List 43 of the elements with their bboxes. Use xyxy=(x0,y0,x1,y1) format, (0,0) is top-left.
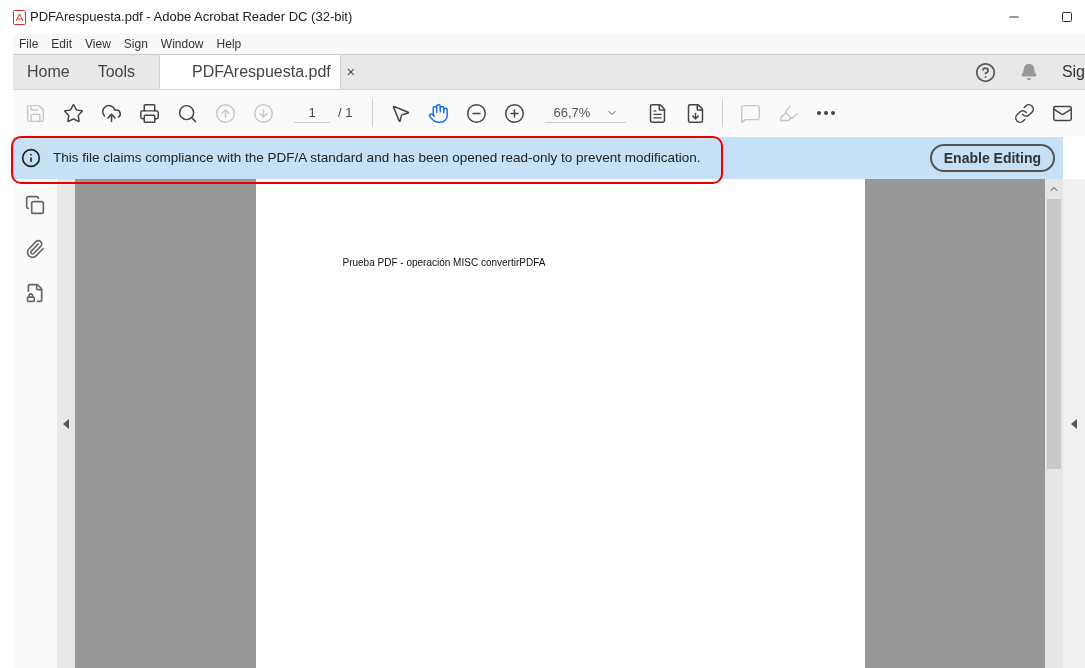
sidebar-toggle[interactable] xyxy=(57,179,75,668)
tab[interactable]: Tools xyxy=(83,55,150,89)
printer-icon xyxy=(138,102,160,124)
scrollbar[interactable] xyxy=(1045,179,1063,668)
tab[interactable]: Home xyxy=(13,55,84,89)
right-panel-toggle[interactable] xyxy=(1063,179,1085,668)
enable-editing-button[interactable]: Enable Editing xyxy=(929,144,1055,172)
pages-icon[interactable] xyxy=(25,195,45,215)
arrow-up-icon xyxy=(214,102,236,124)
menu-item[interactable]: Window xyxy=(160,35,204,53)
menu-item[interactable]: Edit xyxy=(51,35,73,53)
menu-item[interactable]: File xyxy=(19,35,39,53)
search-icon xyxy=(176,102,198,124)
window-title: PDFArespuesta.pdf - Adobe Acrobat Reader DC (32-bit) xyxy=(30,8,353,27)
info-icon xyxy=(21,148,41,168)
star-icon xyxy=(62,102,84,124)
left-arrow-icon[interactable] xyxy=(1071,418,1077,429)
zoom-in-icon xyxy=(503,102,525,124)
link-icon xyxy=(1013,102,1035,124)
zoom-out-icon xyxy=(465,102,487,124)
help-icon[interactable] xyxy=(974,61,996,83)
zoom-dropdown[interactable]: 66,7% xyxy=(545,102,627,124)
file-lock-icon[interactable] xyxy=(25,283,45,303)
page-number-field[interactable]: 1 xyxy=(294,102,330,124)
comment-icon xyxy=(739,102,761,124)
more-icon xyxy=(817,111,836,115)
banner-message: This file claims compliance with the PDF/A standard and has been opened read-only to prevent modification. xyxy=(53,148,701,167)
scrollbar-thumb[interactable] xyxy=(1047,199,1061,469)
maximize-icon[interactable] xyxy=(1061,11,1073,23)
menu-item[interactable]: Help xyxy=(216,35,242,53)
arrow-down-icon xyxy=(252,102,274,124)
cloud-upload-icon xyxy=(100,102,122,124)
paperclip-icon[interactable] xyxy=(25,239,45,259)
menu-item[interactable]: View xyxy=(85,35,111,53)
sign-in-link[interactable]: Sig xyxy=(1061,60,1085,84)
hand-icon xyxy=(427,102,449,124)
left-arrow-icon[interactable] xyxy=(63,418,69,429)
pdf-file-icon xyxy=(13,9,26,25)
page-total: / 1 xyxy=(338,104,353,123)
page-text: Prueba PDF - operación MISC convertirPDFA xyxy=(342,257,546,268)
save-icon xyxy=(24,102,46,124)
menu-item[interactable]: Sign xyxy=(123,35,148,53)
close-tab-button[interactable]: × xyxy=(346,61,355,83)
